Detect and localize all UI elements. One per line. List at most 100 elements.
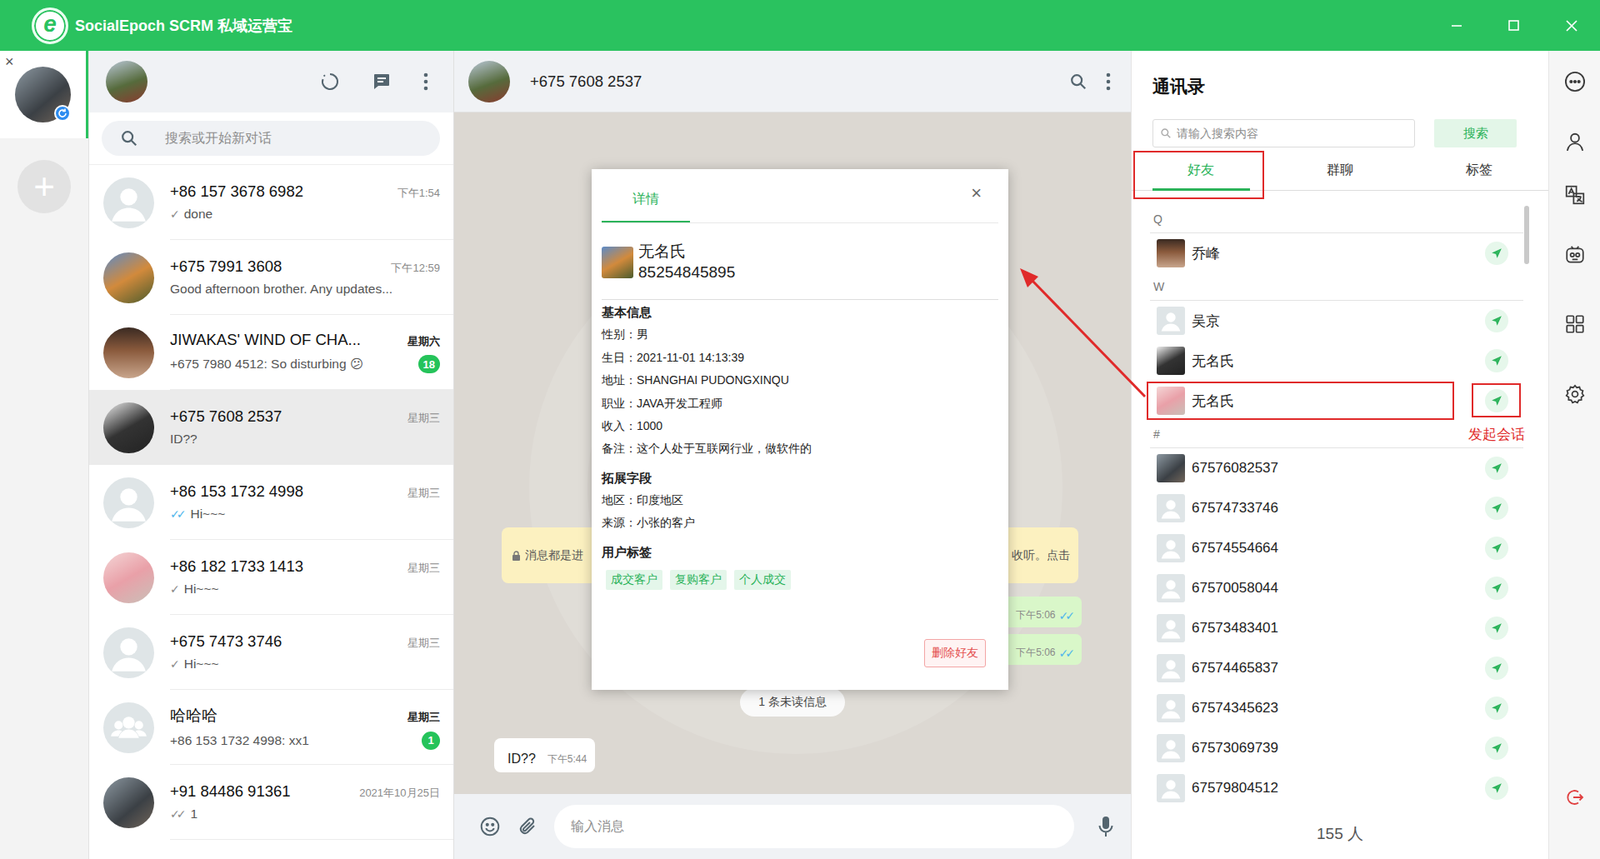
search-bar [89, 112, 454, 165]
contact-row[interactable]: 67570058044 [1150, 568, 1524, 609]
chat-item[interactable]: JIWAKAS' WIND OF CHA...星期六+675 7980 4512… [89, 315, 454, 390]
scrollbar[interactable] [1524, 205, 1530, 265]
status-icon[interactable] [320, 71, 340, 92]
detail-body: 基本信息性别：男生日：2021-11-01 14:13:39地址：SHANGHA… [591, 300, 1009, 590]
search-input[interactable] [165, 130, 440, 146]
start-chat-button[interactable] [1485, 736, 1509, 760]
logout-icon[interactable] [1565, 787, 1585, 808]
contact-avatar [1156, 654, 1185, 683]
contact-detail-dialog: 详情×无名氏85254845895基本信息性别：男生日：2021-11-01 1… [591, 169, 1009, 690]
contacts-search-input[interactable] [1176, 126, 1408, 140]
message-text: ID?? [507, 751, 536, 767]
user-tag: 成交客户 [605, 570, 663, 590]
start-chat-button[interactable] [1485, 456, 1509, 480]
notice-text: 收听。点击 [1011, 548, 1070, 564]
contact-row[interactable]: 67574733746 [1150, 488, 1524, 529]
chat-text: +86 182 1733 1413星期三✓Hi~~~ [170, 540, 454, 615]
start-chat-button[interactable]: 发起会话 [1485, 389, 1509, 413]
contact-row[interactable]: 67576082537 [1150, 448, 1524, 489]
contacts-tab[interactable]: 标签 [1409, 150, 1549, 190]
minimize-button[interactable] [1427, 0, 1485, 51]
contact-avatar [1156, 306, 1185, 335]
contact-row[interactable]: 67574345623 [1150, 688, 1524, 729]
unread-badge: 18 [418, 355, 440, 374]
chat-item[interactable]: 哈哈哈星期三+86 153 1732 4998: xx11 [89, 690, 454, 765]
microphone-icon[interactable] [1097, 815, 1115, 838]
start-chat-button[interactable] [1485, 656, 1509, 680]
start-chat-button[interactable] [1485, 776, 1509, 800]
attach-icon[interactable] [517, 816, 538, 837]
contact-name: 67570058044 [1191, 580, 1479, 597]
contact-row[interactable]: 吴京 [1150, 300, 1524, 341]
maximize-button[interactable] [1485, 0, 1543, 51]
chat-avatar [103, 702, 155, 754]
start-chat-button[interactable] [1485, 309, 1509, 333]
tool-column [1548, 50, 1600, 859]
close-account-button[interactable]: × [5, 54, 15, 70]
contact-row[interactable]: 67574554664 [1150, 528, 1524, 569]
start-chat-button[interactable] [1485, 496, 1509, 520]
chat-item[interactable]: +675 7991 3608下午12:59Good afternoon brot… [89, 240, 454, 315]
contact-row[interactable]: 67579804512 [1150, 768, 1524, 809]
group-header: Q [1150, 205, 1524, 234]
tick-mark: ✓ [170, 582, 180, 596]
chat-item[interactable]: +86 157 3678 6982下午1:54✓done [89, 165, 454, 240]
settings-icon[interactable] [1564, 383, 1586, 405]
add-account-button[interactable]: + [17, 160, 71, 214]
chat-text: +86 157 3678 6982下午1:54✓done [170, 165, 454, 240]
emoji-icon[interactable] [479, 815, 501, 838]
chat-item[interactable]: +86 182 1733 1413星期三✓Hi~~~ [89, 540, 454, 615]
apps-icon[interactable] [1564, 313, 1586, 335]
translate-icon[interactable] [1564, 184, 1586, 206]
chat-text: +675 7991 3608下午12:59Good afternoon brot… [170, 240, 454, 315]
start-chat-button[interactable] [1485, 576, 1509, 600]
start-chat-button[interactable] [1485, 696, 1509, 720]
my-avatar [105, 60, 148, 103]
chat-item[interactable]: +675 7608 2537星期三ID?? [89, 390, 454, 465]
chat-item[interactable]: +86 153 1732 4998星期三✓✓Hi~~~ [89, 465, 454, 540]
add-label: + [33, 168, 55, 205]
contacts-tab[interactable]: 群聊 [1270, 150, 1410, 190]
message-input[interactable] [570, 819, 1058, 835]
dialog-tab[interactable]: 详情 [601, 177, 690, 223]
menu-icon[interactable] [1105, 72, 1111, 91]
outgoing-message: 下午5:06✓✓ [996, 596, 1082, 628]
contact-row[interactable]: 无名氏发起会话 [1150, 380, 1524, 421]
tick-mark: ✓ [170, 207, 180, 221]
field-value: 1000 [636, 419, 663, 433]
contacts-icon[interactable] [1564, 130, 1586, 153]
chat-item[interactable]: +675 7473 3746星期三✓Hi~~~ [89, 615, 454, 690]
contact-avatar [1156, 454, 1185, 483]
robot-icon[interactable] [1564, 244, 1586, 266]
detail-field: 职业：JAVA开发工程师 [601, 392, 999, 415]
chat-avatar [103, 252, 155, 304]
start-chat-button[interactable] [1485, 616, 1509, 640]
menu-icon[interactable] [423, 71, 429, 92]
contact-row[interactable]: 67573069739 [1150, 728, 1524, 769]
group-letter: # [1153, 427, 1160, 441]
field-label: 生日： [601, 350, 637, 365]
conversation-header: +675 7608 2537 [454, 50, 1131, 113]
chat-preview-row: ✓✓1 [170, 806, 440, 822]
delete-friend-button[interactable]: 删除好友 [924, 639, 986, 668]
contact-row[interactable]: 67573483401 [1150, 608, 1524, 649]
contacts-tab[interactable]: 好友 [1131, 150, 1271, 190]
start-chat-button[interactable] [1485, 349, 1509, 373]
search-button[interactable]: 搜索 [1434, 119, 1517, 148]
chat-item[interactable]: +91 84486 913612021年10月25日✓✓1 [89, 765, 454, 840]
new-chat-icon[interactable] [371, 71, 392, 92]
group-letter: W [1153, 280, 1165, 294]
contact-row[interactable]: 67574465837 [1150, 648, 1524, 689]
dialog-close-button[interactable]: × [970, 184, 982, 203]
unread-badge: 1 [421, 731, 440, 750]
close-button[interactable] [1542, 0, 1600, 51]
start-chat-button[interactable] [1485, 241, 1509, 265]
search-icon [1160, 127, 1172, 140]
start-chat-button[interactable] [1485, 536, 1509, 560]
search-icon[interactable] [1069, 72, 1088, 91]
contact-avatar [1156, 239, 1185, 268]
contact-row[interactable]: 无名氏 [1150, 340, 1524, 381]
account-item[interactable]: × [0, 50, 89, 139]
chat-icon[interactable] [1563, 70, 1587, 94]
contact-row[interactable]: 乔峰 [1150, 233, 1524, 274]
